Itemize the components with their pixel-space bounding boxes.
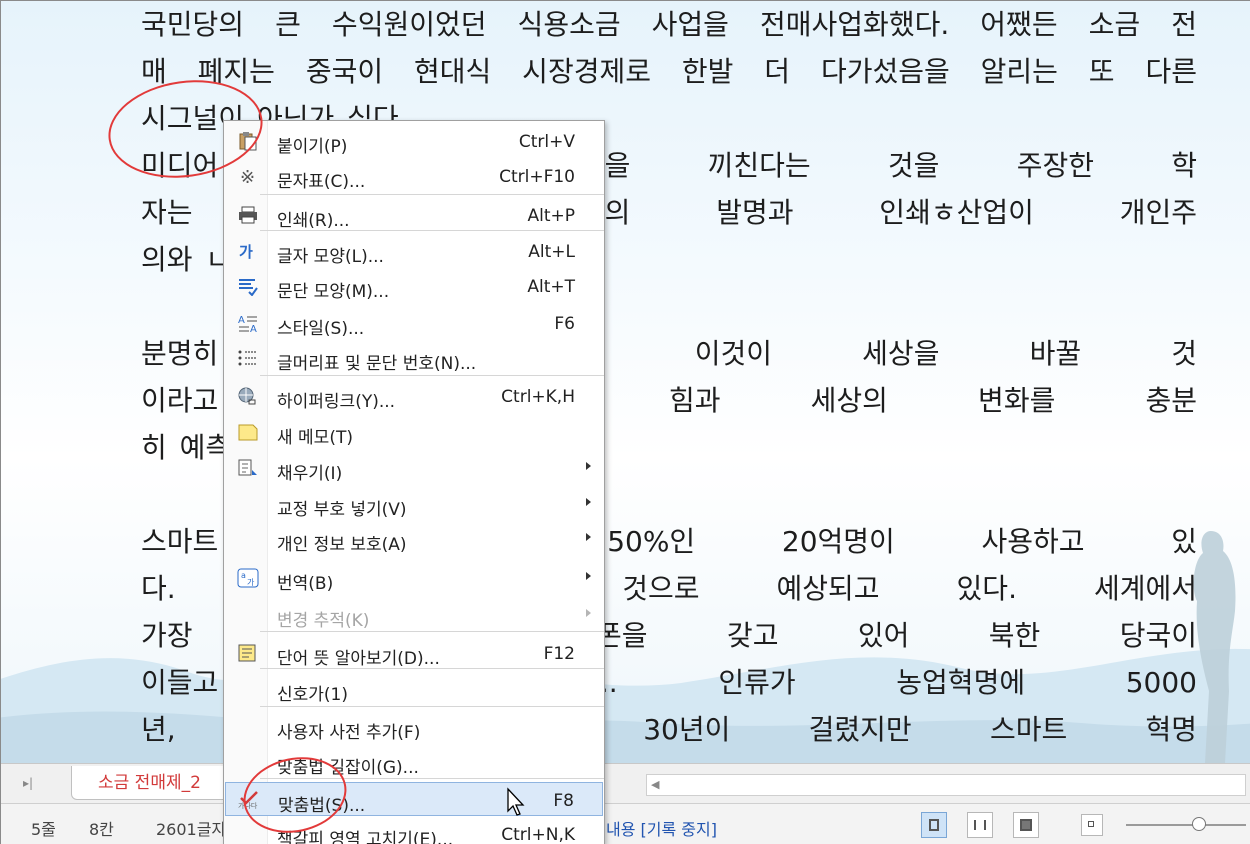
menu-item-shortcut: Alt+L [528,242,575,262]
svg-text:A: A [250,324,257,333]
view-full-button[interactable] [1013,812,1039,838]
svg-text:a: a [241,571,246,580]
menu-item-3[interactable]: 가 글자 모양(L)... Alt+L [225,234,603,268]
zoom-slider-thumb[interactable] [1192,817,1206,831]
mouse-cursor-icon [507,787,525,816]
menu-item-label: 변경 추적(K) [277,611,370,631]
status-char-count: 2601글자 [156,820,227,839]
document-line[interactable]: 국민당의 큰 수익원이었던 식용소금 사업을 전매사업화했다. 어쨌든 소금 전 [141,1,1197,48]
menu-item-label: 글머리표 및 문단 번호(N)... [277,354,477,374]
status-line: 5줄 [31,820,56,839]
svg-text:가: 가 [239,243,253,261]
menu-item-11[interactable]: 개인 정보 보호(A) [225,522,603,556]
svg-text:가: 가 [247,578,255,587]
view-page-button[interactable] [921,812,947,838]
svg-text:※: ※ [240,167,255,186]
menu-item-9[interactable]: 채우기(I) [225,451,603,485]
context-menu: 붙이기(P) Ctrl+V ※ 문자표(C)... Ctrl+F10 인쇄(R)... Al… [223,120,605,844]
document-line[interactable]: 매 폐지는 중국이 현대식 시장경제로 한발 더 다가섰음을 알리는 또 다른 [141,48,1197,95]
hyperlink-icon [237,386,259,406]
status-track-changes[interactable]: 내용 [기록 중지] [606,816,717,840]
menu-item-label: 문자표(C)... [277,172,366,192]
print-icon [237,205,259,225]
menu-item-1[interactable]: ※ 문자표(C)... Ctrl+F10 [225,159,603,193]
menu-item-13: 변경 추적(K) [225,598,603,632]
sheet-tab-bar: ▸| 소금 전매제_2 ◀ [1,763,1250,803]
fill-icon [237,458,259,478]
menu-separator [260,375,604,376]
menu-item-shortcut: F8 [553,791,574,811]
menu-item-label: 글자 모양(L)... [277,247,384,267]
submenu-arrow-icon [586,609,591,617]
char-shape-icon: 가 [237,241,259,261]
menu-item-7[interactable]: 하이퍼링크(Y)... Ctrl+K,H [225,379,603,413]
menu-item-shortcut: Ctrl+N,K [501,825,575,844]
menu-item-shortcut: F6 [554,314,575,334]
menu-separator [260,194,604,195]
paragraph-shape-icon [237,276,259,297]
menu-item-2[interactable]: 인쇄(R)... Alt+P [225,198,603,232]
menu-item-label: 하이퍼링크(Y)... [277,392,396,412]
menu-item-shortcut: Alt+P [527,206,575,226]
menu-item-shortcut: Alt+T [527,277,575,297]
scroll-left-icon[interactable]: ◀ [651,778,659,791]
bullet-numbering-icon [237,348,259,368]
menu-separator [260,706,604,707]
tab-nav-first-icon[interactable]: ▸| [23,776,41,794]
menu-item-8[interactable]: 새 메모(T) [225,415,603,449]
menu-item-shortcut: F12 [543,644,575,664]
status-bar: 5줄 8칸 2601글자 내용 [기록 중지] [1,803,1250,844]
view-width-button[interactable] [967,812,993,838]
menu-item-shortcut: Ctrl+K,H [501,387,575,407]
dictionary-icon [237,643,259,663]
translate-icon: a가 [237,568,259,588]
zoom-slider-track[interactable] [1126,824,1246,826]
menu-item-label: 사용자 사전 추가(F) [277,723,421,743]
menu-item-label: 인쇄(R)... [277,211,350,231]
submenu-arrow-icon [586,462,591,470]
menu-item-label: 개인 정보 보호(A) [277,535,407,555]
submenu-arrow-icon [586,533,591,541]
submenu-arrow-icon [586,498,591,506]
menu-item-label: 신호가(1) [277,685,349,705]
horizontal-scrollbar[interactable]: ◀ [646,774,1246,796]
menu-item-16[interactable]: 사용자 사전 추가(F) [225,710,603,744]
menu-item-label: 번역(B) [277,574,334,594]
menu-item-5[interactable]: A A 스타일(S)... F6 [225,306,603,340]
style-icon: AA [237,313,259,335]
menu-item-14[interactable]: 단어 뜻 알아보기(D)... F12 [225,636,603,670]
menu-item-shortcut: Ctrl+F10 [499,167,575,187]
menu-item-12[interactable]: a 가 번역(B) [225,561,603,595]
menu-item-label: 새 메모(T) [277,428,353,448]
menu-item-shortcut: Ctrl+V [518,132,575,152]
menu-item-label: 스타일(S)... [277,319,365,339]
svg-text:A: A [238,315,245,326]
zoom-out-button[interactable] [1081,814,1103,836]
menu-item-label: 단어 뜻 알아보기(D)... [277,649,440,669]
menu-item-label: 문단 모양(M)... [277,282,390,302]
menu-item-6[interactable]: 글머리표 및 문단 번호(N)... [225,341,603,375]
memo-icon [237,422,259,442]
menu-item-label: 교정 부호 넣기(V) [277,500,407,520]
tab-document[interactable]: 소금 전매제_2 [71,766,241,800]
menu-item-4[interactable]: 문단 모양(M)... Alt+T [225,269,603,303]
menu-item-15[interactable]: 신호가(1) [225,672,603,706]
submenu-arrow-icon [586,572,591,580]
menu-item-label: 붙이기(P) [277,137,348,157]
symbol-icon: ※ [237,166,259,188]
menu-item-0[interactable]: 붙이기(P) Ctrl+V [225,124,603,158]
menu-item-label: 채우기(I) [277,464,343,484]
status-column: 8칸 [89,820,114,839]
menu-item-10[interactable]: 교정 부호 넣기(V) [225,487,603,521]
